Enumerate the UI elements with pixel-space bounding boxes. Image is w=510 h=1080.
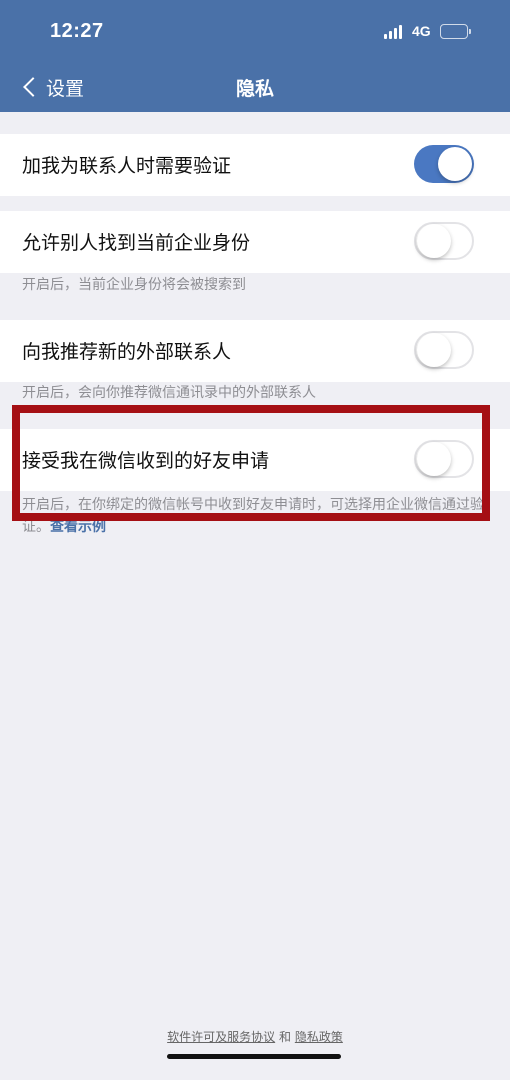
- setting-row-find-enterprise-identity: 允许别人找到当前企业身份: [0, 211, 510, 273]
- status-bar: 12:27 4G: [0, 0, 510, 62]
- page-title: 隐私: [235, 78, 274, 100]
- home-indicator: [167, 1054, 341, 1059]
- toggle-knob: [438, 147, 472, 181]
- navigation-bar: 设置 隐私: [0, 62, 510, 112]
- footer-and: 和: [278, 1030, 291, 1044]
- footer: 软件许可及服务协议 和 隐私政策: [0, 1028, 510, 1045]
- toggle-recommend-contacts[interactable]: [414, 331, 474, 369]
- network-type: 4G: [412, 23, 431, 39]
- setting-description: 开启后，当前企业身份将会被搜索到: [22, 277, 246, 293]
- setting-label: 向我推荐新的外部联系人: [22, 341, 232, 363]
- battery-icon: [440, 24, 471, 39]
- setting-label: 加我为联系人时需要验证: [22, 155, 232, 177]
- setting-label: 允许别人找到当前企业身份: [22, 232, 251, 254]
- view-example-link[interactable]: 查看示例: [50, 519, 106, 535]
- top-bar: 12:27 4G 设置 隐私: [0, 0, 510, 112]
- license-agreement-link[interactable]: 软件许可及服务协议: [167, 1030, 275, 1044]
- privacy-policy-link[interactable]: 隐私政策: [295, 1030, 343, 1044]
- setting-description: 开启后，会向你推荐微信通讯录中的外部联系人: [22, 385, 316, 401]
- toggle-find-enterprise-identity[interactable]: [414, 222, 474, 260]
- toggle-knob: [417, 224, 451, 258]
- status-time: 12:27: [50, 20, 104, 42]
- setting-row-recommend-contacts: 向我推荐新的外部联系人: [0, 320, 510, 382]
- setting-row-require-verification: 加我为联系人时需要验证: [0, 134, 510, 196]
- highlight-box: [12, 405, 490, 521]
- signal-icon: [384, 25, 406, 39]
- toggle-require-verification[interactable]: [414, 145, 474, 183]
- toggle-knob: [417, 333, 451, 367]
